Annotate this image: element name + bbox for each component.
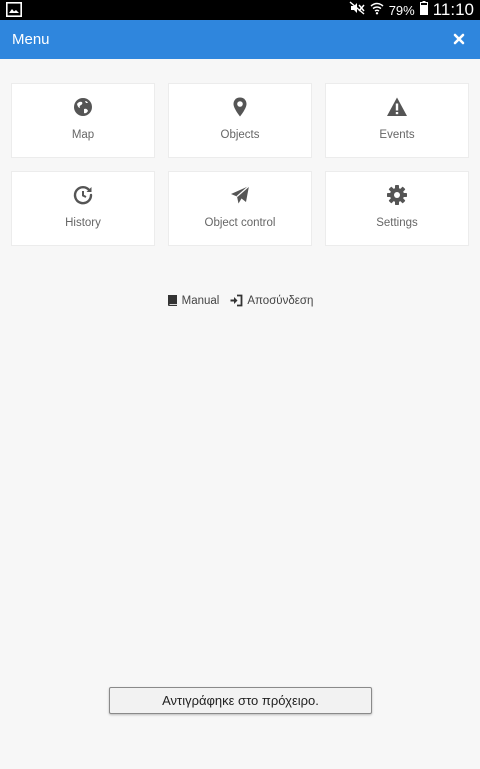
- clock: 11:10: [432, 0, 474, 19]
- wifi-icon: [370, 1, 384, 20]
- menu-item-label: Events: [379, 129, 415, 141]
- menu-grid: Map Objects Events History Object contro…: [11, 83, 469, 246]
- mute-icon: [349, 0, 365, 20]
- menu-item-history[interactable]: History: [11, 171, 155, 246]
- menu-item-label: Objects: [220, 129, 260, 141]
- page-title: Menu: [12, 31, 50, 48]
- menu-item-settings[interactable]: Settings: [325, 171, 469, 246]
- logout-link[interactable]: Αποσύνδεση: [230, 294, 313, 307]
- menu-item-label: Object control: [204, 217, 276, 229]
- menu-item-map[interactable]: Map: [11, 83, 155, 158]
- manual-link[interactable]: Manual: [167, 294, 220, 307]
- close-button[interactable]: [448, 28, 470, 50]
- warning-icon: [387, 97, 407, 116]
- book-icon: [167, 295, 177, 306]
- logout-label: Αποσύνδεση: [247, 294, 314, 307]
- history-icon: [73, 186, 93, 205]
- menu-item-label: Map: [71, 129, 95, 141]
- menu-item-objects[interactable]: Objects: [168, 83, 312, 158]
- send-icon: [231, 185, 250, 204]
- status-bar: 79% 11:10: [0, 0, 480, 20]
- menu-item-events[interactable]: Events: [325, 83, 469, 158]
- menu-item-label: History: [65, 217, 101, 229]
- menu-item-object-control[interactable]: Object control: [168, 171, 312, 246]
- menu-item-label: Settings: [376, 217, 418, 229]
- gear-icon: [387, 185, 407, 205]
- close-icon: [453, 33, 465, 45]
- footer-links: Manual Αποσύνδεση: [0, 294, 480, 307]
- battery-icon: [419, 0, 428, 20]
- toast-message: Αντιγράφηκε στο πρόχειρο.: [109, 687, 372, 714]
- app-header: Menu: [0, 20, 480, 59]
- globe-icon: [74, 98, 92, 116]
- gallery-icon: [6, 2, 22, 22]
- map-pin-icon: [233, 97, 247, 117]
- sign-out-icon: [230, 294, 243, 307]
- manual-label: Manual: [181, 294, 220, 307]
- battery-percent: 79%: [388, 2, 415, 18]
